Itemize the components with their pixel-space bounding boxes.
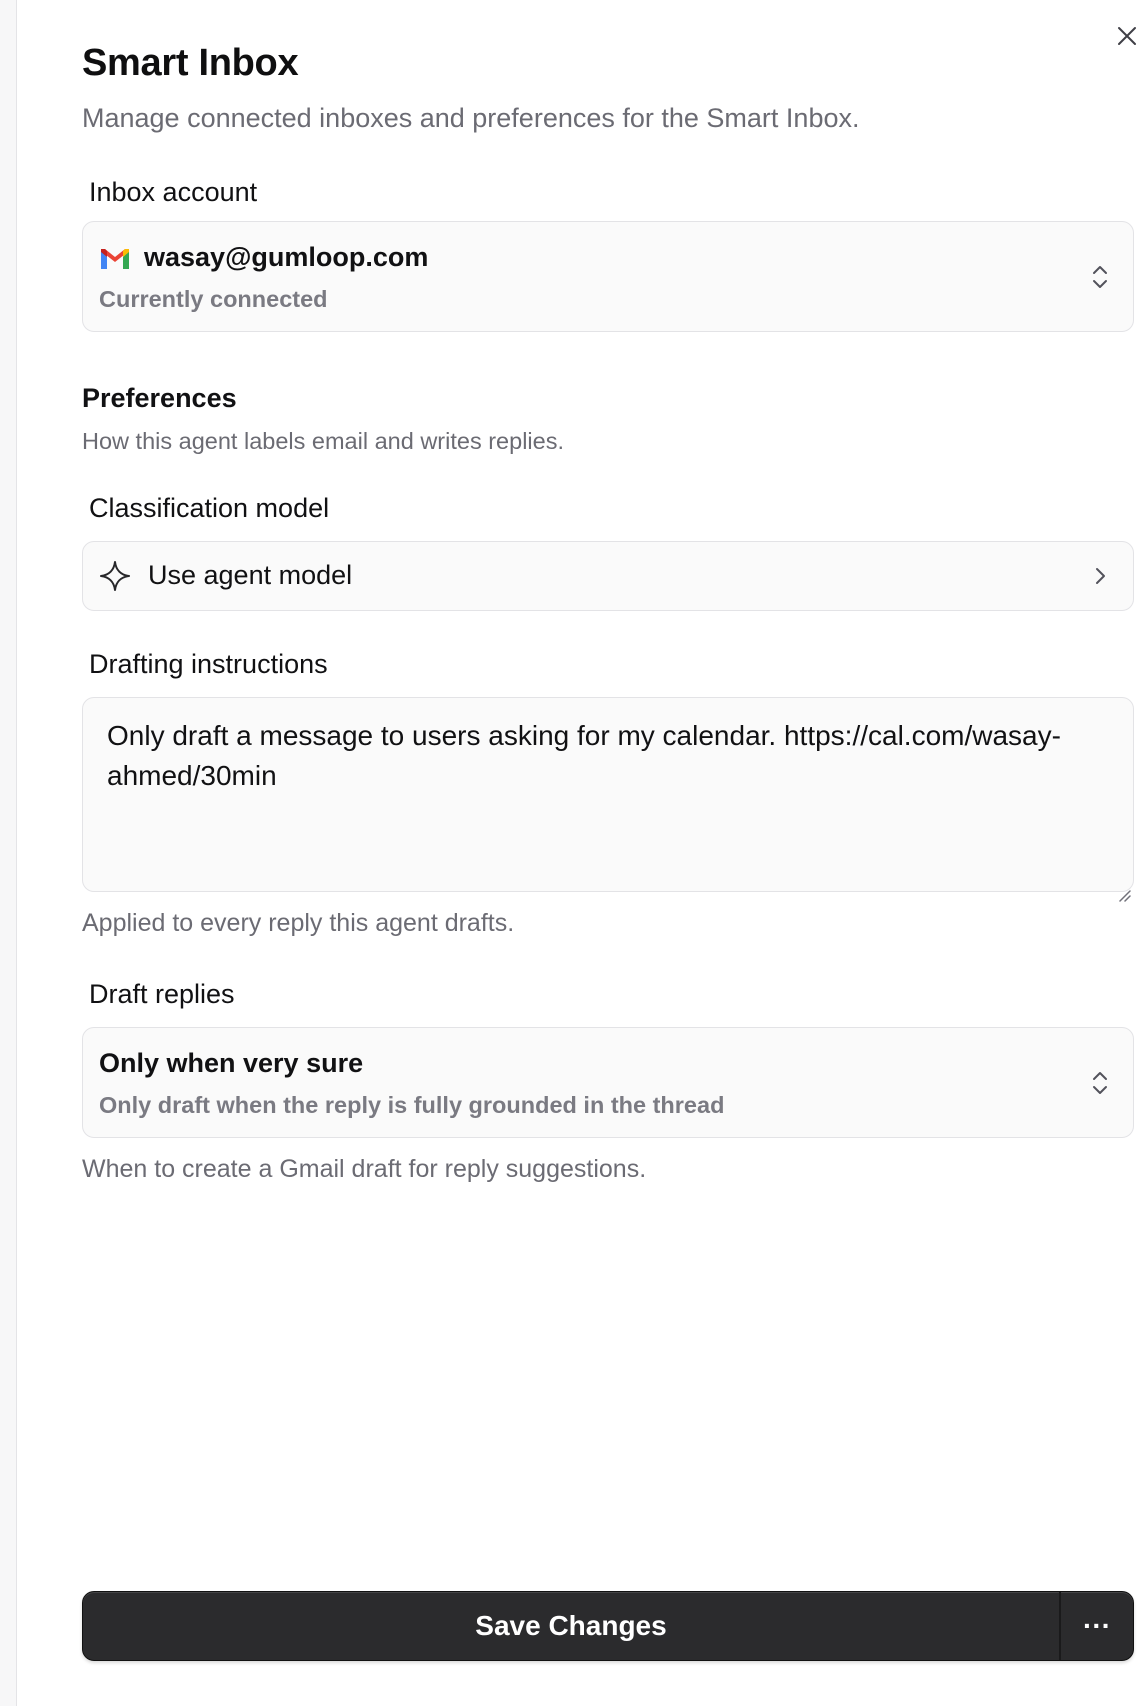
more-horizontal-icon: ··· — [1083, 1610, 1111, 1641]
chevron-right-icon — [1089, 559, 1111, 593]
classification-model-label: Classification model — [89, 493, 330, 523]
more-options-button[interactable]: ··· — [1059, 1592, 1133, 1660]
classification-model-value: Use agent model — [148, 560, 353, 590]
chevron-up-down-icon — [1089, 1066, 1111, 1100]
draft-replies-description: Only draft when the reply is fully groun… — [99, 1092, 725, 1118]
drafting-instructions-text: Only draft a message to users asking for… — [107, 720, 1061, 791]
close-button[interactable] — [1109, 18, 1145, 54]
inbox-status: Currently connected — [99, 286, 328, 312]
save-changes-button[interactable]: Save Changes — [83, 1592, 1059, 1660]
chevron-up-down-icon — [1089, 260, 1111, 294]
gmail-icon — [99, 247, 131, 271]
drafting-instructions-textarea[interactable]: Only draft a message to users asking for… — [82, 697, 1134, 902]
draft-replies-help: When to create a Gmail draft for reply s… — [82, 1155, 647, 1183]
drafting-instructions-label: Drafting instructions — [89, 649, 328, 679]
draft-replies-select[interactable]: Only when very sure Only draft when the … — [82, 1027, 1134, 1138]
draft-replies-value: Only when very sure — [99, 1048, 364, 1078]
sparkle-icon — [99, 560, 131, 592]
preferences-description: How this agent labels email and writes r… — [82, 428, 564, 454]
save-bar: Save Changes ··· — [82, 1591, 1134, 1661]
drafting-instructions-help: Applied to every reply this agent drafts… — [82, 909, 515, 937]
inbox-account-select[interactable]: wasay@gumloop.com Currently connected — [82, 221, 1134, 332]
inbox-account-label: Inbox account — [89, 177, 258, 207]
inbox-email: wasay@gumloop.com — [144, 242, 429, 272]
close-icon — [1118, 27, 1136, 45]
preferences-title: Preferences — [82, 383, 237, 413]
resize-handle-icon[interactable] — [1115, 873, 1131, 902]
draft-replies-label: Draft replies — [89, 979, 235, 1009]
background-strip — [0, 0, 16, 1706]
page-title: Smart Inbox — [82, 42, 299, 84]
classification-model-select[interactable]: Use agent model — [82, 541, 1134, 611]
page-subtitle: Manage connected inboxes and preferences… — [82, 103, 860, 133]
smart-inbox-panel: Smart Inbox Manage connected inboxes and… — [16, 0, 1146, 1706]
